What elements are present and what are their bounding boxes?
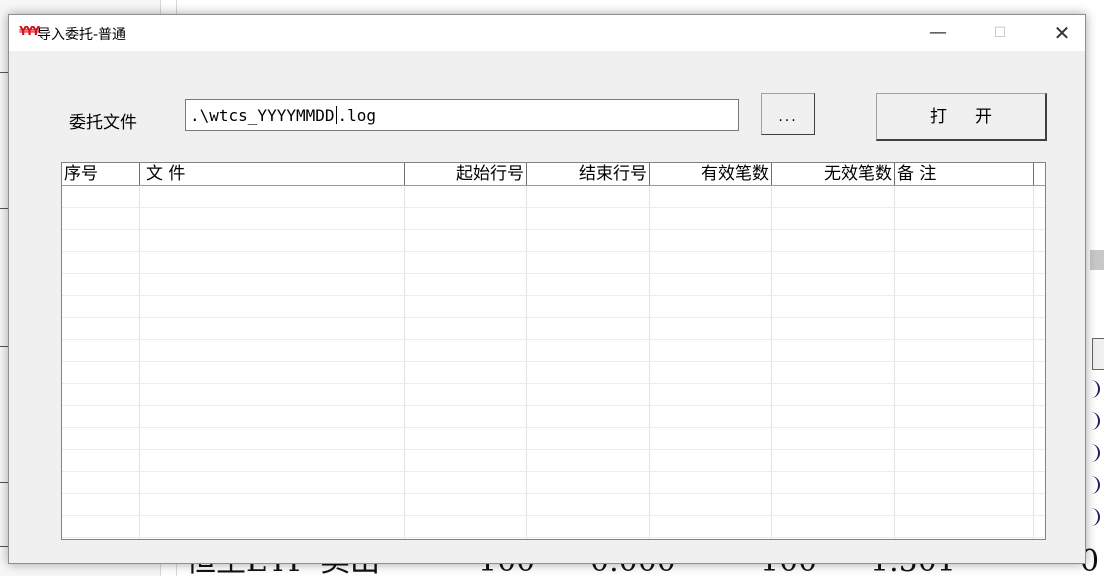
file-path-text-end: .log	[337, 106, 377, 125]
empty-row-line	[62, 537, 1045, 538]
empty-row-line	[62, 251, 1045, 252]
order-file-path-input[interactable]: .\wtcs_YYYYMMDD .log	[185, 99, 739, 131]
minimize-button[interactable]: —	[915, 15, 961, 51]
column-divider	[139, 186, 140, 539]
order-file-label: 委托文件	[69, 113, 137, 133]
column-divider	[404, 186, 405, 539]
browse-button[interactable]: ...	[761, 93, 815, 135]
file-path-text-start: .\wtcs_YYYYMMDD	[190, 106, 335, 125]
column-header-file[interactable]: 文 件	[140, 163, 405, 185]
bg-scroll-segment	[1090, 250, 1104, 270]
dialog-title: 导入委托-普通	[37, 27, 127, 43]
column-divider	[526, 186, 527, 539]
empty-row-line	[62, 207, 1045, 208]
column-header-filler	[1034, 163, 1045, 185]
import-orders-dialog: ¥¥¥ 导入委托-普通 — ☐ ✕ 委托文件 .\wtcs_YYYYMMDD .l…	[8, 14, 1086, 564]
empty-row-line	[62, 471, 1045, 472]
app-logo-icon: ¥¥¥	[19, 24, 40, 38]
empty-row-line	[62, 361, 1045, 362]
empty-row-line	[62, 273, 1045, 274]
bg-right-button	[1092, 338, 1104, 370]
empty-row-line	[62, 383, 1045, 384]
column-divider	[649, 186, 650, 539]
bg-right-glyph	[1088, 444, 1100, 462]
empty-row-line	[62, 405, 1045, 406]
text-caret	[335, 106, 337, 124]
empty-row-line	[62, 449, 1045, 450]
bg-right-glyph	[1088, 412, 1100, 430]
bg-right-glyph	[1088, 508, 1100, 526]
table-header: 序号 文 件 起始行号 结束行号 有效笔数 无效笔数 备 注	[62, 163, 1045, 186]
column-header-valid-count[interactable]: 有效笔数	[650, 163, 772, 185]
close-button[interactable]: ✕	[1039, 15, 1085, 51]
column-divider	[771, 186, 772, 539]
column-header-index[interactable]: 序号	[62, 163, 140, 185]
column-divider	[894, 186, 895, 539]
dialog-titlebar[interactable]: ¥¥¥ 导入委托-普通 — ☐ ✕	[9, 15, 1085, 51]
bg-right-glyph	[1088, 476, 1100, 494]
column-header-end-line[interactable]: 结束行号	[527, 163, 650, 185]
empty-row-line	[62, 515, 1045, 516]
empty-row-line	[62, 339, 1045, 340]
import-result-table[interactable]: 序号 文 件 起始行号 结束行号 有效笔数 无效笔数 备 注	[61, 162, 1046, 540]
empty-row-line	[62, 317, 1045, 318]
column-divider	[1033, 186, 1034, 539]
maximize-button[interactable]: ☐	[977, 15, 1023, 51]
column-header-start-line[interactable]: 起始行号	[405, 163, 527, 185]
empty-row-line	[62, 493, 1045, 494]
open-button[interactable]: 打开	[876, 93, 1047, 141]
column-header-remark[interactable]: 备 注	[895, 163, 1034, 185]
empty-row-line	[62, 229, 1045, 230]
empty-row-line	[62, 427, 1045, 428]
empty-row-line	[62, 295, 1045, 296]
column-header-invalid-count[interactable]: 无效笔数	[772, 163, 895, 185]
bg-right-glyph	[1088, 380, 1100, 398]
